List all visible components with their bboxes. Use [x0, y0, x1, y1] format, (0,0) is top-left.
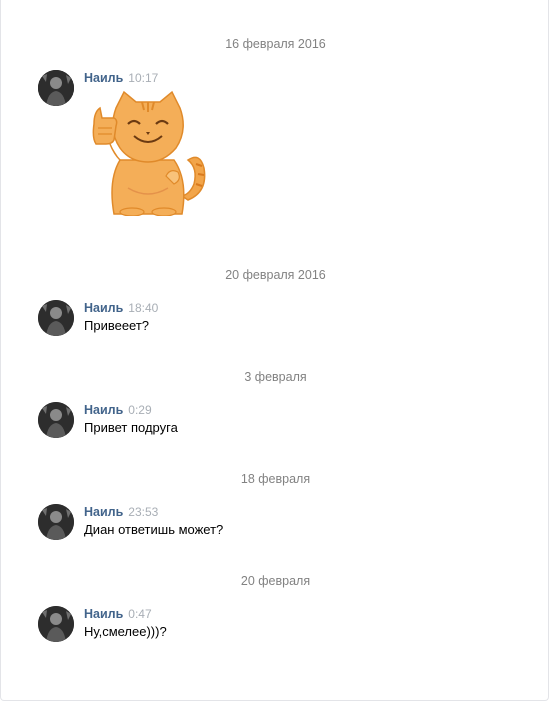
avatar-photo-icon	[38, 606, 74, 642]
avatar-photo-icon	[38, 504, 74, 540]
avatar[interactable]	[38, 70, 74, 106]
avatar[interactable]	[38, 504, 74, 540]
author-name[interactable]: Наиль	[84, 301, 123, 315]
message-item: Наиль 18:40 Привееет?	[38, 300, 518, 340]
message-time[interactable]: 0:29	[128, 403, 151, 417]
author-name[interactable]: Наиль	[84, 505, 123, 519]
author-name[interactable]: Наиль	[84, 71, 123, 85]
date-separator: 18 февраля	[240, 472, 311, 486]
message-header: Наиль 10:17	[84, 70, 158, 85]
date-separator: 3 февраля	[244, 370, 307, 384]
message-header: Наиль 23:53	[84, 504, 158, 519]
chat-history-panel: 16 февраля 2016 Наиль 10:17 20 февраля 2…	[0, 0, 549, 701]
message-item: Наиль 23:53 Диан ответишь может?	[38, 504, 518, 544]
avatar[interactable]	[38, 300, 74, 336]
author-name[interactable]: Наиль	[84, 403, 123, 417]
message-header: Наиль 18:40	[84, 300, 158, 315]
author-name[interactable]: Наиль	[84, 607, 123, 621]
date-separator: 20 февраля	[240, 574, 311, 588]
message-time[interactable]: 10:17	[128, 71, 158, 85]
message-text: Привет подруга	[84, 420, 178, 435]
date-separator: 16 февраля 2016	[225, 37, 326, 51]
message-time[interactable]: 0:47	[128, 607, 151, 621]
message-header: Наиль 0:47	[84, 606, 152, 621]
message-time[interactable]: 18:40	[128, 301, 158, 315]
avatar[interactable]	[38, 606, 74, 642]
message-item: Наиль 0:47 Ну,смелее)))?	[38, 606, 518, 646]
date-separator: 20 февраля 2016	[225, 268, 326, 282]
avatar[interactable]	[38, 402, 74, 438]
message-text: Привееет?	[84, 318, 150, 333]
message-text: Ну,смелее)))?	[84, 624, 167, 639]
avatar-photo-icon	[38, 402, 74, 438]
cat-sticker-icon	[92, 90, 206, 217]
message-item: Наиль 0:29 Привет подруга	[38, 402, 518, 442]
message-text: Диан ответишь может?	[84, 522, 224, 537]
message-header: Наиль 0:29	[84, 402, 152, 417]
thumbs-up-cat-sticker[interactable]	[84, 88, 212, 217]
message-item: Наиль 10:17	[38, 70, 518, 230]
avatar-photo-icon	[38, 70, 74, 106]
avatar-photo-icon	[38, 300, 74, 336]
message-time[interactable]: 23:53	[128, 505, 158, 519]
